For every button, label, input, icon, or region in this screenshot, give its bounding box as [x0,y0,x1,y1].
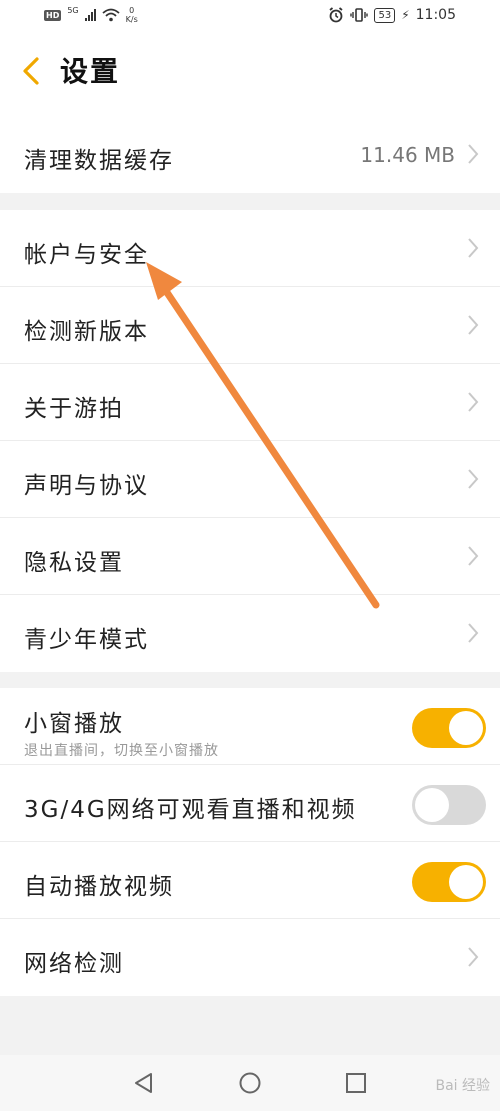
status-right: 53 ⚡ 11:05 [328,7,456,23]
chevron-right-icon [468,947,479,967]
toggle-knob [415,788,449,822]
about-row[interactable]: 关于游拍 [0,364,500,441]
vibrate-icon [350,8,369,22]
privacy-label: 隐私设置 [24,550,124,576]
account-security-row[interactable]: 帐户与安全 [0,210,500,287]
network-speed: 0 K/s [126,6,138,24]
system-nav-bar: Bai 经验 [0,1055,500,1111]
chevron-right-icon [468,469,479,489]
signal-type: 5G [67,5,79,15]
clock: 11:05 [415,7,456,23]
mini-window-toggle[interactable] [412,708,486,748]
chevron-right-icon [468,238,479,258]
cell-signal-icon [84,9,96,21]
teen-mode-label: 青少年模式 [24,627,149,653]
cache-size-value: 11.46 MB [360,143,455,167]
chevron-right-icon [468,144,479,164]
clear-cache-row[interactable]: 清理数据缓存 11.46 MB [0,116,500,193]
mobile-data-row: 3G/4G网络可观看直播和视频 [0,765,500,842]
charging-icon: ⚡ [401,8,410,22]
nav-back-icon[interactable] [132,1071,156,1095]
chevron-right-icon [468,315,479,335]
network-check-label: 网络检测 [24,951,124,977]
back-arrow-icon[interactable] [20,56,42,86]
check-update-label: 检测新版本 [24,319,149,345]
toggle-knob [449,711,483,745]
privacy-row[interactable]: 隐私设置 [0,518,500,595]
mobile-data-label: 3G/4G网络可观看直播和视频 [24,797,357,823]
settings-group-playback: 小窗播放 退出直播间，切换至小窗播放 3G/4G网络可观看直播和视频 自动播放视… [0,688,500,996]
teen-mode-row[interactable]: 青少年模式 [0,595,500,672]
status-bar: HD 5G 0 K/s 53 ⚡ 11:05 [0,0,500,36]
mobile-data-toggle[interactable] [412,785,486,825]
chevron-right-icon [468,623,479,643]
status-left: HD 5G 0 K/s [44,6,138,24]
page-title: 设置 [60,55,121,88]
about-label: 关于游拍 [24,396,124,422]
network-check-row[interactable]: 网络检测 [0,919,500,996]
speed-unit: K/s [125,15,138,24]
autoplay-row: 自动播放视频 [0,842,500,919]
clear-cache-label: 清理数据缓存 [24,148,174,174]
terms-row[interactable]: 声明与协议 [0,441,500,518]
settings-group-account: 帐户与安全 检测新版本 关于游拍 声明与协议 隐私设置 青少年模式 [0,210,500,672]
nav-recents-icon[interactable] [344,1071,368,1095]
mini-window-label: 小窗播放 [24,711,124,737]
settings-group-cache: 清理数据缓存 11.46 MB [0,116,500,193]
chevron-right-icon [468,392,479,412]
battery-icon: 53 [374,7,396,23]
watermark: Bai 经验 [435,1078,490,1094]
terms-label: 声明与协议 [24,473,149,499]
speed-value: 0 [129,6,135,15]
mini-window-description: 退出直播间，切换至小窗播放 [24,743,219,759]
wifi-icon [102,8,120,22]
hd-badge: HD [44,9,62,21]
mini-window-row: 小窗播放 退出直播间，切换至小窗播放 [0,688,500,765]
app-header: 设置 [0,36,500,116]
autoplay-toggle[interactable] [412,862,486,902]
alarm-icon [329,7,344,23]
account-security-label: 帐户与安全 [24,242,149,268]
nav-home-icon[interactable] [238,1071,262,1095]
check-update-row[interactable]: 检测新版本 [0,287,500,364]
toggle-knob [449,865,483,899]
autoplay-label: 自动播放视频 [24,874,174,900]
chevron-right-icon [468,546,479,566]
